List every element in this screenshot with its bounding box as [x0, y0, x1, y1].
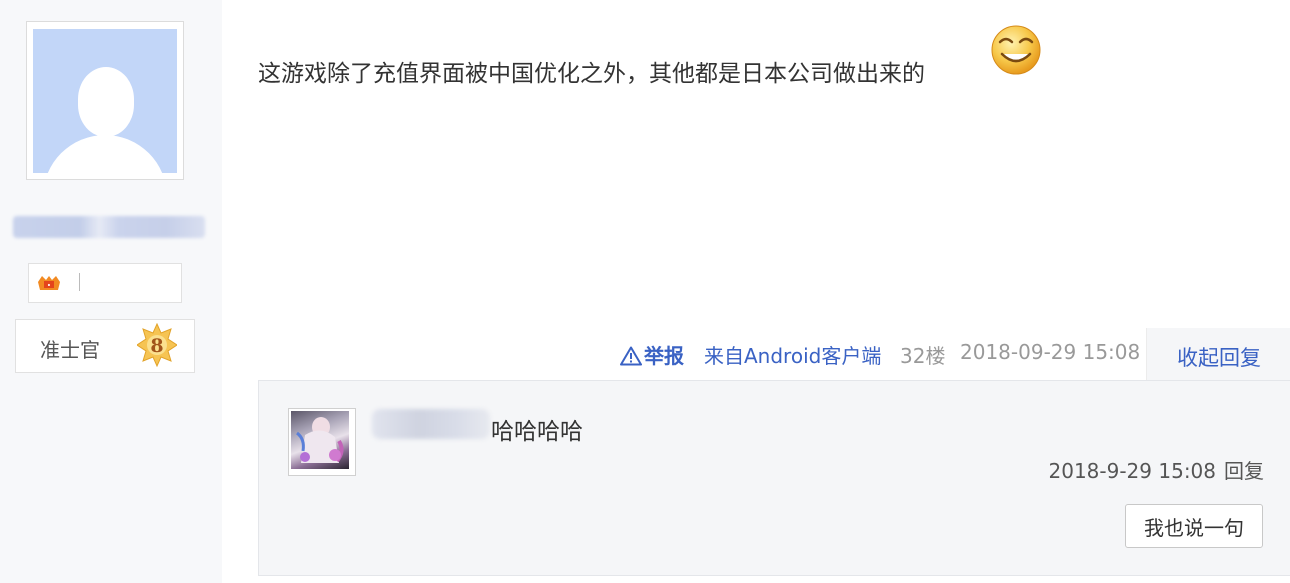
reply-content: 哈哈哈哈 — [491, 419, 583, 445]
svg-text:•: • — [47, 282, 51, 290]
report-label: 举报 — [644, 344, 684, 368]
rank-title: 准士官 — [40, 338, 100, 362]
reply-time: 2018-9-29 15:08 — [1048, 459, 1217, 483]
rank-level-star-icon: 8 — [137, 323, 177, 367]
fold-replies-label: 收起回复 — [1177, 346, 1261, 370]
android-client-link[interactable]: 来自Android客户端 — [704, 340, 881, 370]
post-time: 2018-09-29 15:08 — [960, 340, 1141, 364]
reply-username-blurred[interactable] — [372, 409, 490, 439]
author-username-blurred[interactable] — [13, 216, 205, 238]
fan-club-icon: • — [38, 276, 60, 290]
badge-divider — [79, 273, 80, 291]
default-avatar-icon — [33, 29, 177, 173]
fold-replies-tab[interactable]: 收起回复 — [1146, 328, 1290, 381]
author-avatar[interactable] — [26, 21, 184, 180]
reply-link[interactable]: 回复 — [1224, 459, 1264, 483]
warning-triangle-icon — [620, 346, 642, 366]
anime-character-avatar — [291, 411, 349, 469]
post-floor: • 准士官 8 这游戏除了充值界面被中国优化之外，其他都是日本公司做出来的 举报… — [0, 0, 1290, 583]
rank-level: 8 — [150, 335, 163, 357]
add-comment-button[interactable]: 我也说一句 — [1125, 504, 1263, 548]
author-sidebar: • 准士官 8 — [0, 0, 222, 583]
smiley-emoji-icon — [991, 25, 1041, 75]
post-content: 这游戏除了充值界面被中国优化之外，其他都是日本公司做出来的 — [258, 61, 925, 87]
report-link[interactable]: 举报 — [620, 340, 684, 370]
rank-badge[interactable]: 准士官 8 — [15, 319, 195, 373]
reply-meta: 2018-9-29 15:08 回复 — [1049, 455, 1265, 484]
floor-number: 32楼 — [900, 344, 946, 368]
fan-badge[interactable]: • — [28, 263, 182, 303]
reply-user-avatar[interactable] — [288, 408, 356, 476]
reply-section: 哈哈哈哈 2018-9-29 15:08 回复 我也说一句 — [258, 380, 1290, 576]
